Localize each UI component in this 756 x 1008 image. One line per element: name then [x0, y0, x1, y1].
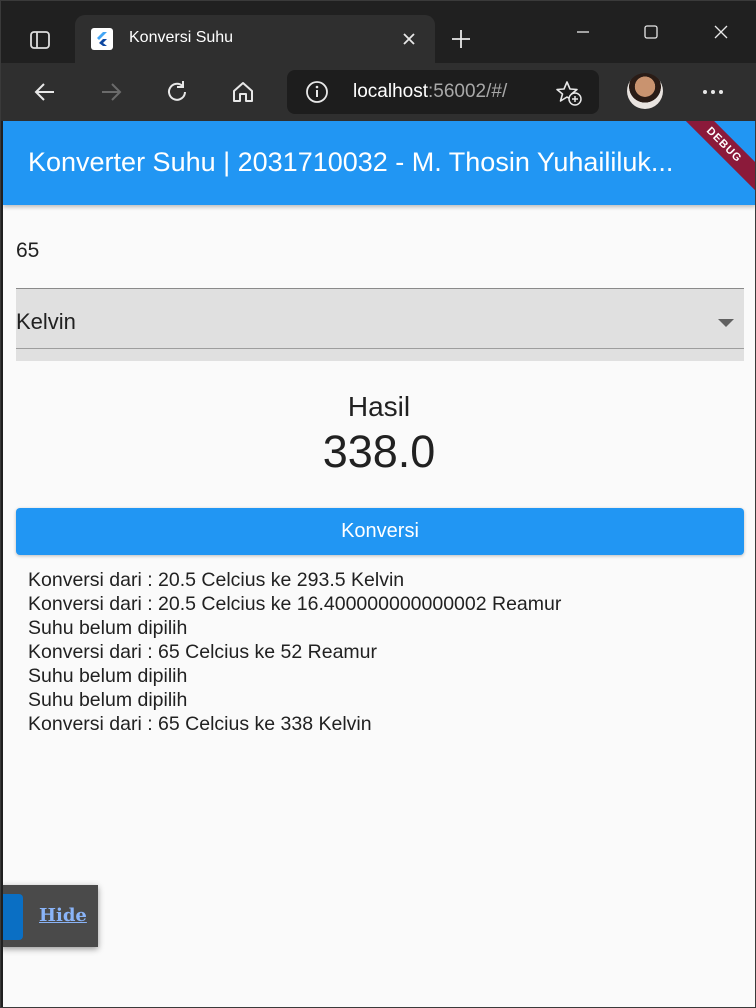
unit-dropdown[interactable]: Kelvin — [16, 289, 744, 361]
hide-toast: Hide — [3, 885, 98, 947]
maximize-icon[interactable] — [631, 15, 671, 49]
result-label: Hasil — [347, 391, 411, 422]
temperature-input[interactable]: 65 — [16, 225, 744, 289]
close-icon[interactable] — [397, 27, 421, 51]
home-icon[interactable] — [223, 73, 263, 111]
more-icon[interactable] — [695, 75, 731, 109]
app-title: Konverter Suhu | 2031710032 - M. Thosin … — [28, 147, 674, 177]
back-arrow-icon[interactable] — [25, 73, 65, 111]
window-close-icon[interactable] — [701, 15, 741, 49]
temperature-input-value: 65 — [16, 239, 40, 262]
star-add-icon[interactable] — [555, 79, 583, 107]
tab-title: Konversi Suhu — [129, 29, 234, 46]
history-item: Suhu belum dipilih — [28, 617, 188, 639]
history-item: Konversi dari : 65 Celcius ke 338 Kelvin — [28, 713, 372, 735]
forward-arrow-icon[interactable] — [91, 73, 131, 111]
history-item: Suhu belum dipilih — [28, 665, 188, 687]
flutter-icon — [91, 28, 113, 50]
url-host: localhost — [353, 81, 428, 102]
history-item: Konversi dari : 20.5 Celcius ke 16.40000… — [28, 593, 562, 615]
convert-button[interactable]: Konversi — [16, 508, 744, 555]
minimize-icon[interactable] — [563, 15, 603, 49]
toast-handle[interactable] — [3, 894, 23, 940]
browser-toolbar: localhost:56002/#/ — [1, 63, 756, 121]
history-item: Konversi dari : 20.5 Celcius ke 293.5 Ke… — [28, 569, 405, 591]
tab-actions-icon[interactable] — [23, 23, 57, 57]
browser-window: Konversi Suhu localhost:56002/#/ Konvert… — [0, 0, 756, 1008]
tab-bar: Konversi Suhu — [1, 1, 756, 63]
address-bar[interactable]: localhost:56002/#/ — [287, 70, 599, 114]
refresh-icon[interactable] — [157, 73, 197, 111]
url-text: localhost:56002/#/ — [353, 81, 507, 103]
profile-avatar[interactable] — [627, 73, 663, 109]
browser-tab[interactable]: Konversi Suhu — [75, 15, 435, 63]
dropdown-arrow-icon — [718, 319, 734, 327]
history-item: Suhu belum dipilih — [28, 689, 188, 711]
unit-dropdown-value: Kelvin — [16, 309, 76, 334]
url-path: :56002/#/ — [428, 81, 508, 102]
page-viewport: Konverter Suhu | 2031710032 - M. Thosin … — [3, 121, 755, 1007]
result-value: 338.0 — [322, 426, 436, 477]
hide-link[interactable]: Hide — [39, 905, 87, 926]
info-icon[interactable] — [305, 80, 329, 104]
history-item: Konversi dari : 65 Celcius ke 52 Reamur — [28, 641, 377, 663]
dropdown-underline — [16, 348, 744, 349]
app-bar: Konverter Suhu | 2031710032 - M. Thosin … — [3, 121, 755, 205]
plus-icon[interactable] — [445, 23, 477, 55]
conversion-history: Konversi dari : 20.5 Celcius ke 293.5 Ke… — [28, 568, 728, 736]
